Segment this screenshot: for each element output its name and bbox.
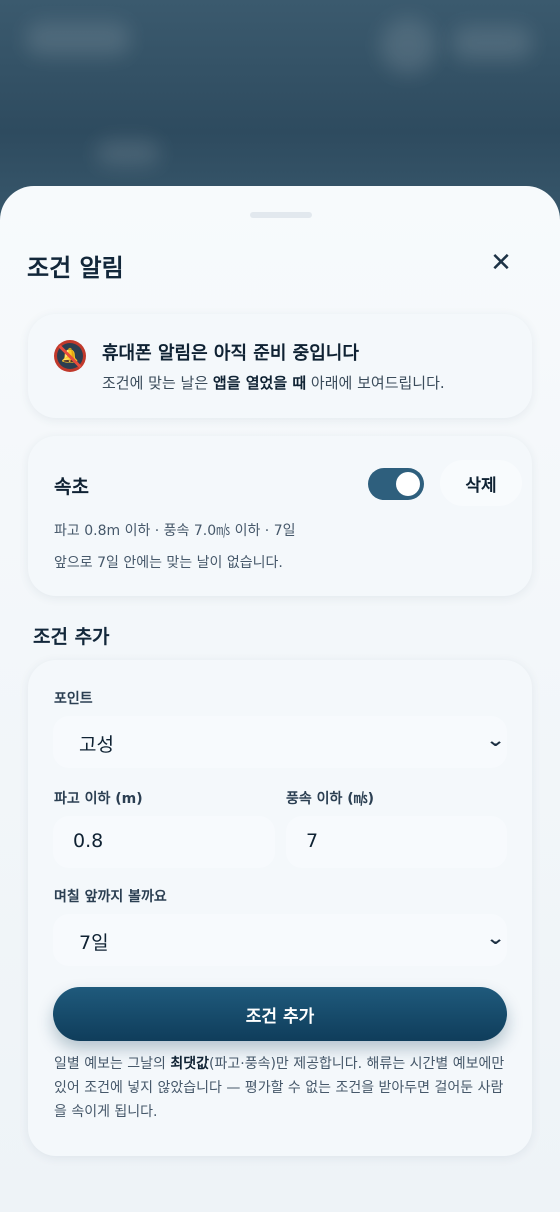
sheet-title: 조건 알림 (27, 254, 124, 282)
toggle-knob (396, 472, 420, 496)
days-ahead-label: 며칠 앞까지 볼까요 (54, 889, 167, 905)
blurred-shape (380, 18, 436, 74)
wave-height-label: 파고 이하 (m) (54, 791, 143, 807)
notice-heading: 휴대폰 알림은 아직 준비 중입니다 (102, 343, 359, 364)
wind-speed-label: 풍속 이하 (㎧) (286, 791, 375, 807)
chevron-down-icon: ⌄ (485, 730, 506, 751)
blurred-shape (96, 140, 160, 166)
condition-alert-sheet: 조건 알림 ✕ 🔔 휴대폰 알림은 아직 준비 중입니다 조건에 맞는 날은 앱… (0, 186, 560, 1212)
condition-status: 앞으로 7일 안에는 맞는 날이 없습니다. (54, 555, 283, 571)
wave-height-input[interactable]: 0.8 (53, 816, 275, 868)
blurred-shape (452, 26, 532, 60)
point-select[interactable]: 고성 ⌄ (53, 716, 507, 768)
add-condition-section-title: 조건 추가 (33, 626, 110, 648)
days-ahead-select[interactable]: 7일 ⌄ (53, 914, 507, 966)
point-label: 포인트 (54, 691, 93, 707)
condition-enabled-toggle[interactable] (368, 468, 424, 500)
chevron-down-icon: ⌄ (485, 928, 506, 949)
wind-speed-value: 7 (306, 830, 319, 852)
condition-summary: 파고 0.8m 이하 · 풍속 7.0㎧ 이하 · 7일 (54, 523, 296, 539)
point-selected-value: 고성 (79, 734, 114, 756)
blurred-shape (26, 22, 130, 56)
add-condition-form: 포인트 고성 ⌄ 파고 이하 (m) 0.8 풍속 이하 (㎧) 7 며칠 앞까… (28, 660, 532, 1156)
close-button[interactable]: ✕ (484, 246, 518, 280)
days-ahead-value: 7일 (79, 932, 109, 954)
notification-notice-card: 🔔 휴대폰 알림은 아직 준비 중입니다 조건에 맞는 날은 앱을 열었을 때 … (28, 314, 532, 418)
bell-muted-icon: 🔔 (54, 340, 86, 372)
notice-text: 조건에 맞는 날은 앱을 열었을 때 아래에 보여드립니다. (102, 374, 445, 392)
condition-card: 속초 삭제 파고 0.8m 이하 · 풍속 7.0㎧ 이하 · 7일 앞으로 7… (28, 436, 532, 596)
wave-height-value: 0.8 (73, 830, 104, 852)
condition-name: 속초 (54, 476, 89, 498)
add-condition-button[interactable]: 조건 추가 (53, 987, 507, 1041)
delete-button[interactable]: 삭제 (440, 460, 522, 506)
sheet-drag-handle[interactable] (250, 212, 312, 218)
close-icon: ✕ (490, 248, 512, 278)
wind-speed-input[interactable]: 7 (286, 816, 507, 868)
forecast-footnote: 일별 예보는 그날의 최댓값(파고·풍속)만 제공합니다. 해류는 시간별 예보… (54, 1056, 505, 1120)
